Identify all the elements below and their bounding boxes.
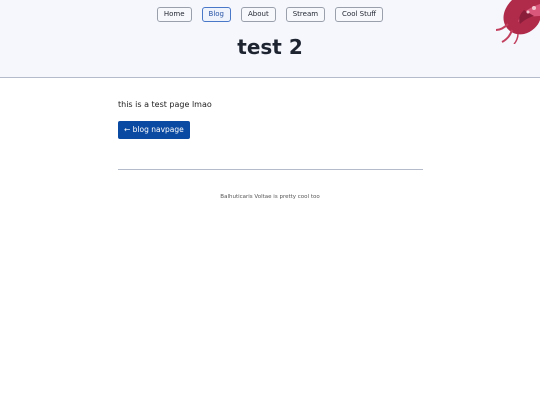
page-title: test 2 bbox=[237, 35, 303, 59]
creature-illustration-icon bbox=[495, 0, 540, 44]
main-content: this is a test page lmao ← blog navpage bbox=[118, 99, 423, 139]
site-header: Home Blog About Stream Cool Stuff test 2 bbox=[0, 0, 540, 78]
footer-divider bbox=[118, 169, 423, 170]
nav-home-button[interactable]: Home bbox=[156, 7, 192, 22]
nav-cool-stuff-button[interactable]: Cool Stuff bbox=[335, 7, 384, 22]
body-text: this is a test page lmao bbox=[118, 100, 212, 109]
footer-text: Balhuticaris Voltae is pretty cool too bbox=[220, 194, 320, 200]
nav-about-button[interactable]: About bbox=[241, 7, 276, 22]
main-nav: Home Blog About Stream Cool Stuff bbox=[0, 7, 540, 22]
back-to-blog-button[interactable]: ← blog navpage bbox=[118, 121, 190, 139]
nav-blog-button[interactable]: Blog bbox=[201, 7, 232, 22]
nav-stream-button[interactable]: Stream bbox=[285, 7, 326, 22]
